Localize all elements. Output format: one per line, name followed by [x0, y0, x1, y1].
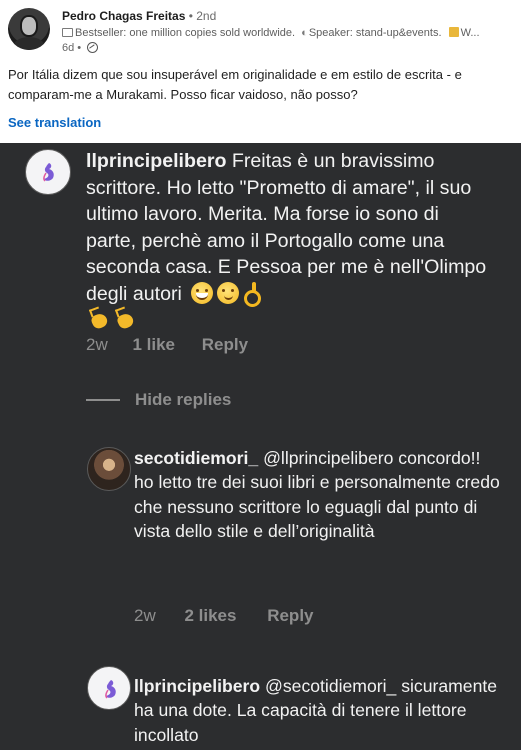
reply-time: 2w [134, 606, 156, 625]
avatar-face [20, 15, 38, 37]
reply-username[interactable]: secotidiemori_ [134, 448, 258, 468]
commenter-avatar[interactable] [25, 149, 71, 195]
headline-part-a: Bestseller: one million copies sold worl… [75, 27, 296, 39]
clapping-emoji-icon [88, 308, 112, 330]
comment-1-actions: 2w 1 like Reply [86, 335, 248, 355]
comment-time: 2w [86, 335, 108, 354]
figure-icon [105, 680, 116, 699]
replier-avatar[interactable] [87, 447, 131, 491]
author-avatar[interactable] [8, 8, 50, 50]
headline-part-b: Speaker: stand-up&events. [308, 27, 442, 39]
grinning-emoji-icon [191, 281, 214, 304]
likes-count[interactable]: 1 like [132, 335, 175, 354]
winking-emoji-icon [217, 281, 240, 304]
reply-2: llprincipelibero @secotidiemori_ sicuram… [134, 674, 509, 747]
author-row: Pedro Chagas Freitas • 2nd [62, 9, 216, 23]
comment-username[interactable]: llprincipelibero [86, 150, 226, 172]
commenter-avatar[interactable] [87, 666, 131, 710]
hide-replies-label: Hide replies [135, 390, 232, 409]
reply-button[interactable]: Reply [267, 606, 313, 625]
ok-hand-emoji-icon [243, 281, 262, 307]
comment-1: llprincipelibero Freitas è un bravissimo… [86, 148, 491, 334]
note-icon [448, 27, 459, 37]
post-text: Por Itália dizem que sou insuperável em … [8, 67, 462, 102]
comment-text: Freitas è un bravissimo scrittore. Ho le… [86, 150, 487, 305]
book-icon [62, 28, 73, 37]
visibility-icon [87, 42, 99, 53]
post-time: 6d • [62, 42, 82, 54]
author-name[interactable]: Pedro Chagas Freitas [62, 9, 185, 23]
hide-replies-button[interactable]: Hide replies [86, 390, 231, 410]
instagram-comments-image: llprincipelibero Freitas è un bravissimo… [0, 143, 521, 750]
divider-line [86, 399, 120, 401]
likes-count[interactable]: 2 likes [184, 606, 236, 625]
connection-degree: • 2nd [188, 9, 217, 23]
reply-username[interactable]: llprincipelibero [134, 676, 260, 696]
headline-part-c: W... [460, 27, 480, 39]
see-translation-link[interactable]: See translation [8, 115, 101, 130]
microphone-icon: ◐ [301, 27, 308, 39]
post-meta: 6d • [62, 42, 99, 54]
author-headline: Bestseller: one million copies sold worl… [62, 27, 512, 39]
figure-icon [43, 163, 54, 182]
clapping-emoji-icon [114, 308, 138, 330]
linkedin-post: Pedro Chagas Freitas • 2nd Bestseller: o… [0, 0, 521, 143]
reply-1: secotidiemori_ @llprincipelibero concord… [134, 446, 504, 543]
reply-1-actions: 2w 2 likes Reply [134, 606, 314, 626]
avatar-body [13, 37, 45, 50]
reply-button[interactable]: Reply [202, 335, 248, 354]
